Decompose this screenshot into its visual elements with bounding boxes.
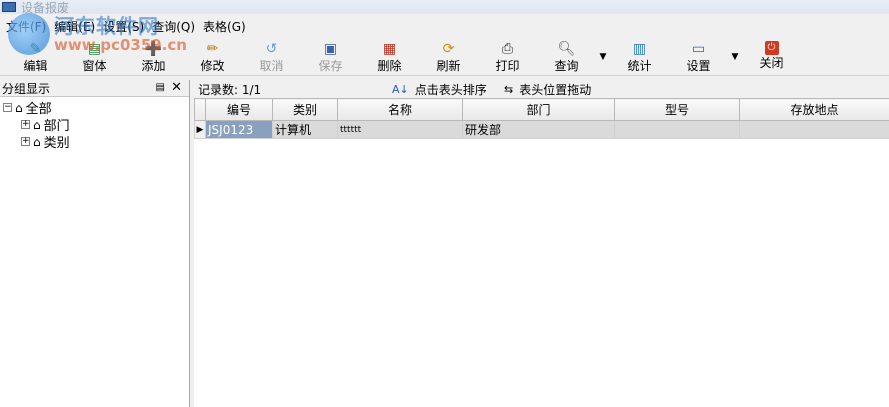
refresh-icon: ⟳	[442, 41, 455, 57]
app-icon	[2, 2, 16, 12]
save-icon: ▣	[323, 41, 338, 57]
cell-model[interactable]	[614, 120, 740, 139]
query-button[interactable]: 🔍︎ 查询	[537, 38, 596, 76]
house-icon: ⌂	[33, 117, 41, 132]
table-row[interactable]: ▶ JSJ0123 计算机 tttttt 研发部	[194, 120, 889, 139]
print-icon: ⎙	[501, 41, 514, 57]
records-panel: 记录数: 1/1 A↓ 点击表头排序 ⇆ 表头位置拖动 编号 类别 名称 部门 …	[194, 80, 889, 407]
title-bar: 设备报废	[0, 0, 889, 15]
record-count: 记录数: 1/1	[198, 82, 262, 97]
search-icon: 🔍︎	[557, 41, 576, 57]
group-panel-header: 分组显示 ▤ ✕	[0, 80, 189, 97]
records-info-bar: 记录数: 1/1 A↓ 点击表头排序 ⇆ 表头位置拖动	[194, 80, 889, 98]
column-header-id[interactable]: 编号	[205, 98, 273, 121]
settings-dropdown-arrow[interactable]: ▼	[728, 38, 742, 76]
house-icon: ⌂	[15, 100, 23, 115]
cell-department[interactable]: 研发部	[462, 120, 615, 139]
chevron-down-icon: ▼	[599, 52, 607, 62]
query-dropdown-arrow[interactable]: ▼	[596, 38, 610, 76]
menu-edit[interactable]: 编辑(E)	[52, 18, 101, 36]
column-header-name[interactable]: 名称	[337, 98, 463, 121]
window-icon: ▤	[87, 41, 102, 57]
save-button[interactable]: ▣ 保存	[301, 38, 360, 76]
menu-settings[interactable]: 设置(S)	[101, 18, 150, 36]
tree-node-all[interactable]: − ⌂ 全部	[0, 99, 189, 117]
window-title: 设备报废	[21, 0, 70, 15]
window-button[interactable]: ▤ 窗体	[65, 38, 124, 76]
statistics-button[interactable]: ▥ 统计	[610, 38, 669, 76]
menu-file[interactable]: 文件(F)	[4, 18, 52, 36]
menu-bar: 文件(F) 编辑(E) 设置(S) 查询(Q) 表格(G)	[0, 17, 889, 37]
column-header-location[interactable]: 存放地点	[739, 98, 889, 121]
refresh-button[interactable]: ⟳ 刷新	[419, 38, 478, 76]
power-icon: ⏻	[764, 41, 779, 55]
group-tree: − ⌂ 全部 + ⌂ 部门 + ⌂ 类别	[0, 97, 189, 151]
table-header-row: 编号 类别 名称 部门 型号 存放地点	[194, 98, 889, 121]
menu-query[interactable]: 查询(Q)	[150, 18, 201, 36]
toolbar: ✎ 编辑 ▤ 窗体 ➕ 添加 ✏ 修改 ↺ 取消 ▣ 保存 ▦ 删除 ⟳ 刷新 …	[0, 38, 889, 76]
chart-icon: ▥	[632, 41, 647, 57]
close-button[interactable]: ⏻ 关闭	[742, 38, 801, 76]
tree-node-category[interactable]: + ⌂ 类别	[0, 133, 189, 151]
sort-hint: A↓ 点击表头排序	[392, 83, 487, 97]
menu-table[interactable]: 表格(G)	[201, 18, 252, 36]
settings-button[interactable]: ▭ 设置	[669, 38, 728, 76]
cell-id[interactable]: JSJ0123	[205, 120, 273, 139]
collapse-icon[interactable]: −	[3, 103, 12, 112]
records-table: 编号 类别 名称 部门 型号 存放地点 ▶ JSJ0123 计算机 tttttt…	[194, 98, 889, 139]
cell-name[interactable]: tttttt	[337, 120, 463, 139]
delete-button[interactable]: ▦ 删除	[360, 38, 419, 76]
add-icon: ➕	[144, 41, 163, 57]
edit-icon: ✎	[29, 41, 42, 57]
cancel-button[interactable]: ↺ 取消	[242, 38, 301, 76]
row-indicator-icon: ▶	[194, 120, 206, 139]
cell-category[interactable]: 计算机	[272, 120, 338, 139]
cell-location[interactable]	[739, 120, 889, 139]
house-icon: ⌂	[33, 134, 41, 149]
tree-node-department[interactable]: + ⌂ 部门	[0, 116, 189, 134]
delete-icon: ▦	[382, 41, 397, 57]
modify-button[interactable]: ✏ 修改	[183, 38, 242, 76]
column-header-department[interactable]: 部门	[462, 98, 615, 121]
column-header-category[interactable]: 类别	[272, 98, 338, 121]
pin-icon[interactable]: ▤	[156, 82, 165, 93]
expand-icon[interactable]: +	[21, 137, 30, 146]
print-button[interactable]: ⎙ 打印	[478, 38, 537, 76]
column-header-indicator	[194, 98, 206, 121]
group-panel-title: 分组显示	[2, 81, 51, 96]
column-header-model[interactable]: 型号	[614, 98, 740, 121]
chevron-down-icon: ▼	[731, 52, 739, 62]
settings-icon: ▭	[691, 41, 706, 57]
add-button[interactable]: ➕ 添加	[124, 38, 183, 76]
expand-icon[interactable]: +	[21, 120, 30, 129]
group-panel: 分组显示 ▤ ✕ − ⌂ 全部 + ⌂ 部门 + ⌂ 类别	[0, 80, 190, 407]
drag-hint: ⇆ 表头位置拖动	[504, 83, 592, 97]
swap-arrows-icon: ⇆	[504, 83, 514, 96]
close-icon[interactable]: ✕	[171, 80, 182, 95]
sort-az-icon: A↓	[392, 83, 409, 96]
undo-icon: ↺	[265, 41, 278, 57]
modify-icon: ✏	[206, 41, 219, 57]
edit-button[interactable]: ✎ 编辑	[6, 38, 65, 76]
